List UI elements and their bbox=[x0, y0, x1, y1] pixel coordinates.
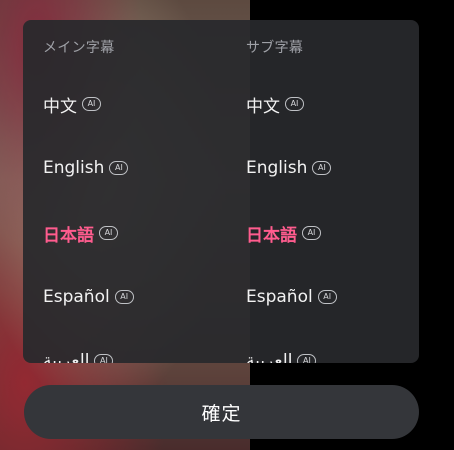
option-label: English bbox=[246, 158, 308, 178]
main-subtitle-header: メイン字幕 bbox=[43, 40, 115, 56]
sub-subtitle-column: サブ字幕 中文 AI English AI 日本語 AI Español AI … bbox=[246, 20, 416, 363]
main-option-english[interactable]: English AI bbox=[43, 156, 129, 180]
ai-badge-icon: AI bbox=[297, 354, 317, 363]
main-option-spanish[interactable]: Español AI bbox=[43, 285, 134, 309]
option-label: 日本語 bbox=[43, 225, 94, 246]
option-label: العربية bbox=[246, 351, 293, 363]
subtitle-selection-dialog: メイン字幕 中文 AI English AI 日本語 AI Español AI… bbox=[23, 20, 419, 363]
option-label: English bbox=[43, 158, 105, 178]
sub-option-chinese[interactable]: 中文 AI bbox=[246, 92, 304, 117]
main-subtitle-column: メイン字幕 中文 AI English AI 日本語 AI Español AI… bbox=[43, 20, 223, 363]
sub-option-arabic[interactable]: العربية AI bbox=[246, 349, 317, 363]
ai-badge-icon: AI bbox=[109, 161, 129, 175]
main-option-arabic[interactable]: العربية AI bbox=[43, 349, 114, 363]
ai-badge-icon: AI bbox=[82, 97, 101, 111]
option-label: Español bbox=[246, 287, 313, 307]
ai-badge-icon: AI bbox=[312, 161, 332, 175]
ai-badge-icon: AI bbox=[302, 226, 321, 240]
ai-badge-icon: AI bbox=[99, 226, 118, 240]
option-label: 日本語 bbox=[246, 225, 297, 246]
option-label: 中文 bbox=[246, 96, 280, 117]
ai-badge-icon: AI bbox=[285, 97, 304, 111]
ai-badge-icon: AI bbox=[94, 354, 114, 363]
sub-option-spanish[interactable]: Español AI bbox=[246, 285, 337, 309]
option-label: Español bbox=[43, 287, 110, 307]
main-option-chinese[interactable]: 中文 AI bbox=[43, 92, 101, 117]
option-label: العربية bbox=[43, 351, 90, 363]
main-option-japanese[interactable]: 日本語 AI bbox=[43, 221, 118, 246]
confirm-button[interactable]: 確定 bbox=[24, 385, 419, 439]
ai-badge-icon: AI bbox=[317, 290, 337, 304]
sub-subtitle-header: サブ字幕 bbox=[246, 40, 304, 56]
sub-option-english[interactable]: English AI bbox=[246, 156, 332, 180]
option-label: 中文 bbox=[43, 96, 77, 117]
sub-option-japanese[interactable]: 日本語 AI bbox=[246, 221, 321, 246]
ai-badge-icon: AI bbox=[114, 290, 134, 304]
